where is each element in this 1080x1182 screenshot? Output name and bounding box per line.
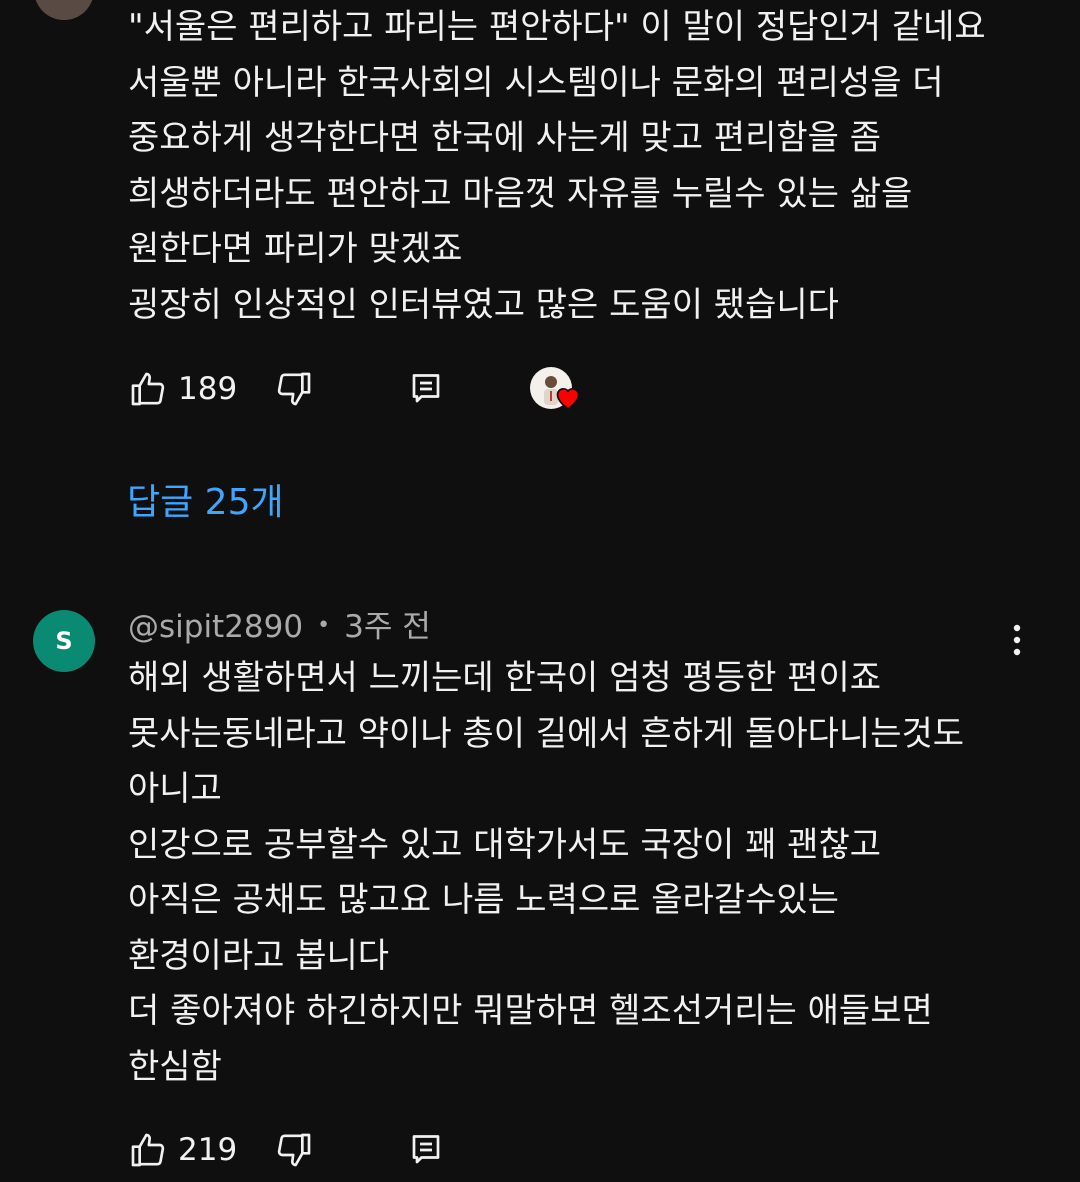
dislike-button[interactable] [274, 1125, 314, 1175]
comment-body: "서울은 편리하고 파리는 편안하다" 이 말이 정답인거 같네요 서울뿐 아니… [128, 0, 1028, 333]
comment-line: 해외 생활하면서 느끼는데 한국이 엄청 평등한 편이죠 [128, 658, 882, 698]
avatar-letter: S [55, 627, 73, 655]
comment-line: 인강으로 공부할수 있고 대학가서도 국장이 꽤 괜찮고 [128, 824, 882, 865]
reply-comment-icon [412, 1135, 440, 1164]
like-button[interactable]: 219 [128, 1125, 237, 1175]
username[interactable]: @sipit2890 [128, 609, 303, 645]
comment-actions: 189 [128, 364, 728, 414]
reply-button[interactable] [408, 1125, 444, 1175]
creator-heart-badge [530, 367, 580, 411]
like-count: 219 [178, 1132, 238, 1168]
comment-line: 더 좋아져야 하긴하지만 뭐말하면 헬조선거리는 애들보면 [128, 991, 933, 1031]
view-replies-link[interactable]: 답글 25개 [127, 478, 284, 528]
comment-line: 원한다면 파리가 맞겠죠 [128, 229, 463, 269]
comment-line: 아직은 공채도 많고요 나름 노력으로 올라갈수있는 [128, 880, 839, 920]
separator-dot: • [317, 612, 331, 638]
thumbs-down-icon [277, 1133, 311, 1167]
comment-line: "서울은 편리하고 파리는 편안하다" 이 말이 정답인거 같네요 [128, 7, 986, 47]
comment-line: 중요하게 생각한다면 한국에 사는게 맞고 편리함을 좀 [128, 118, 882, 158]
thumbs-down-icon [277, 372, 311, 406]
comment-line: 아니고 [128, 769, 222, 809]
dislike-button[interactable] [274, 364, 314, 414]
comment-body: 해외 생활하면서 느끼는데 한국이 엄청 평등한 편이죠 못사는동네라고 약이나… [128, 651, 1028, 1095]
like-count: 189 [178, 371, 238, 407]
comment-line: 서울뿐 아니라 한국사회의 시스템이나 문화의 편리성을 더 [128, 62, 944, 103]
like-button[interactable]: 189 [128, 364, 237, 414]
timestamp: 3주 전 [344, 609, 431, 645]
comment-line: 한심함 [128, 1046, 222, 1087]
avatar[interactable] [34, 0, 94, 20]
reply-button[interactable] [408, 364, 444, 414]
comment-line: 못사는동네라고 약이나 총이 길에서 흔하게 돌아다니는것도 [128, 713, 965, 754]
avatar[interactable]: S [33, 610, 95, 672]
thumbs-up-icon [131, 1133, 165, 1167]
comment-actions: 219 [128, 1125, 728, 1175]
comment-line: 굉장히 인상적인 인터뷰였고 많은 도움이 됐습니다 [128, 284, 839, 325]
thumbs-up-icon [131, 372, 165, 406]
comment-line: 희생하더라도 편안하고 마음껏 자유를 누릴수 있는 삶을 [128, 173, 913, 214]
reply-comment-icon [412, 374, 440, 403]
heart-icon [556, 387, 580, 410]
comment-line: 환경이라고 봅니다 [128, 935, 390, 976]
comment-meta: @sipit2890 • 3주 전 [128, 605, 431, 649]
